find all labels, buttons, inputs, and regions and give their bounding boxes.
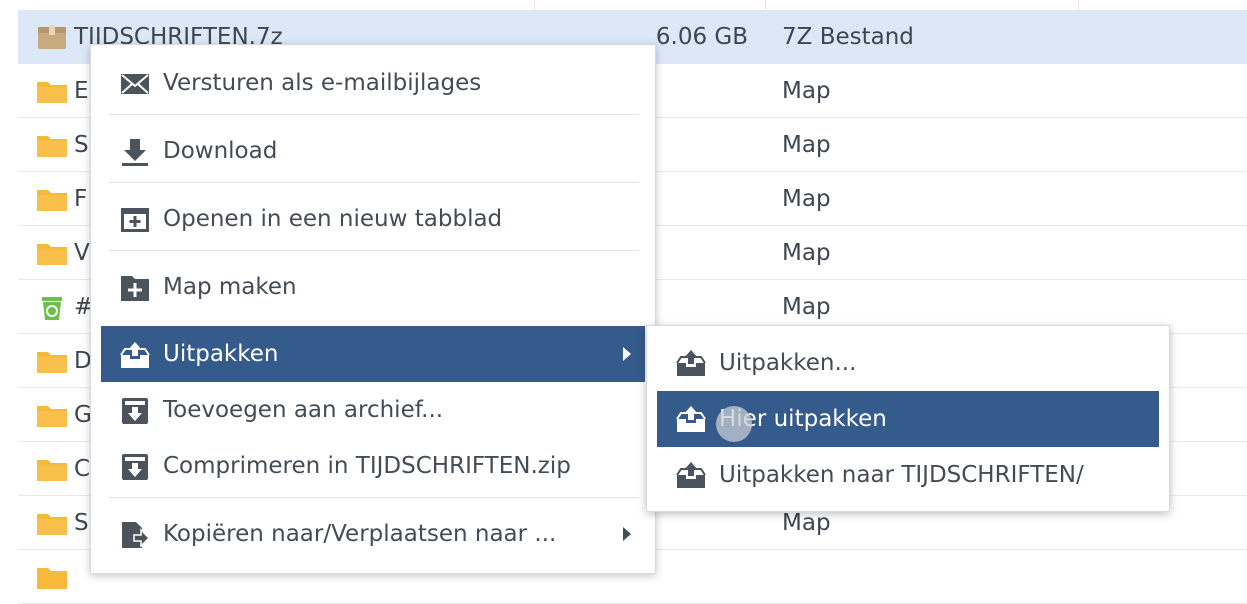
folder-icon: [36, 509, 68, 537]
folder-icon: [36, 455, 68, 483]
folder-icon: [36, 401, 68, 429]
menu-item-copy-move[interactable]: Kopiëren naar/Verplaatsen naar ...: [101, 506, 645, 562]
submenu-item-extract-to-folder[interactable]: Uitpakken naar TIJDSCHRIFTEN/: [657, 447, 1159, 503]
menu-item-compress-zip[interactable]: Comprimeren in TIJDSCHRIFTEN.zip: [101, 438, 645, 494]
submenu-item-label: Uitpakken...: [719, 350, 857, 376]
menu-divider: [109, 182, 639, 183]
folder-icon: [36, 563, 68, 591]
menu-item-create-folder[interactable]: Map maken: [101, 259, 645, 315]
file-type: Map: [782, 186, 831, 212]
menu-item-label: Uitpakken: [163, 341, 279, 367]
column-divider: [1078, 0, 1079, 10]
menu-item-label: Toevoegen aan archief...: [163, 397, 444, 423]
menu-item-extract[interactable]: Uitpakken: [101, 326, 645, 382]
file-type: Map: [782, 78, 831, 104]
file-name: F: [74, 186, 88, 212]
submenu-item-extract-dialog[interactable]: Uitpakken...: [657, 335, 1159, 391]
file-name: V: [74, 240, 90, 266]
archive-icon: [36, 23, 68, 51]
extract-icon: [675, 459, 707, 491]
menu-item-download[interactable]: Download: [101, 123, 645, 179]
folder-icon: [36, 77, 68, 105]
submenu-arrow-icon: [623, 347, 631, 361]
folder-icon: [36, 347, 68, 375]
create-folder-icon: [119, 272, 151, 304]
file-name: C: [74, 456, 91, 482]
menu-item-label: Openen in een nieuw tabblad: [163, 206, 503, 232]
file-name: S: [74, 132, 89, 158]
compress-icon: [119, 451, 151, 483]
download-icon: [119, 136, 151, 168]
menu-item-label: Download: [163, 138, 278, 164]
menu-divider: [109, 250, 639, 251]
file-type: Map: [782, 132, 831, 158]
recycle-bin-icon: [36, 293, 68, 321]
envelope-icon: [119, 68, 151, 100]
file-size: 6.06 GB: [655, 24, 748, 50]
add-to-archive-icon: [119, 395, 151, 427]
submenu-arrow-icon: [623, 527, 631, 541]
folder-icon: [36, 239, 68, 267]
menu-item-label: Map maken: [163, 274, 297, 300]
menu-item-label: Versturen als e-mailbijlages: [163, 70, 482, 96]
folder-icon: [36, 131, 68, 159]
file-name: S: [74, 510, 89, 536]
extract-icon: [675, 403, 707, 435]
menu-item-open-new-tab[interactable]: Openen in een nieuw tabblad: [101, 191, 645, 247]
extract-icon: [119, 339, 151, 371]
folder-icon: [36, 185, 68, 213]
menu-item-send-email[interactable]: Versturen als e-mailbijlages: [101, 55, 645, 111]
column-divider: [534, 0, 535, 10]
extract-icon: [675, 347, 707, 379]
new-tab-icon: [119, 204, 151, 236]
menu-divider: [109, 497, 639, 498]
context-menu: Versturen als e-mailbijlages Download Op…: [90, 44, 656, 574]
submenu-item-label: Uitpakken naar TIJDSCHRIFTEN/: [719, 462, 1084, 488]
header-strip: [0, 0, 1247, 10]
mouse-cursor: [716, 406, 752, 442]
menu-item-label: Kopiëren naar/Verplaatsen naar ...: [163, 521, 557, 547]
file-name: E: [74, 78, 89, 104]
menu-item-label: Comprimeren in TIJDSCHRIFTEN.zip: [163, 453, 571, 479]
file-type: Map: [782, 240, 831, 266]
menu-item-add-to-archive[interactable]: Toevoegen aan archief...: [101, 382, 645, 438]
menu-divider: [109, 114, 639, 115]
file-type: 7Z Bestand: [782, 24, 914, 50]
copy-move-icon: [119, 519, 151, 551]
column-divider: [765, 0, 766, 10]
